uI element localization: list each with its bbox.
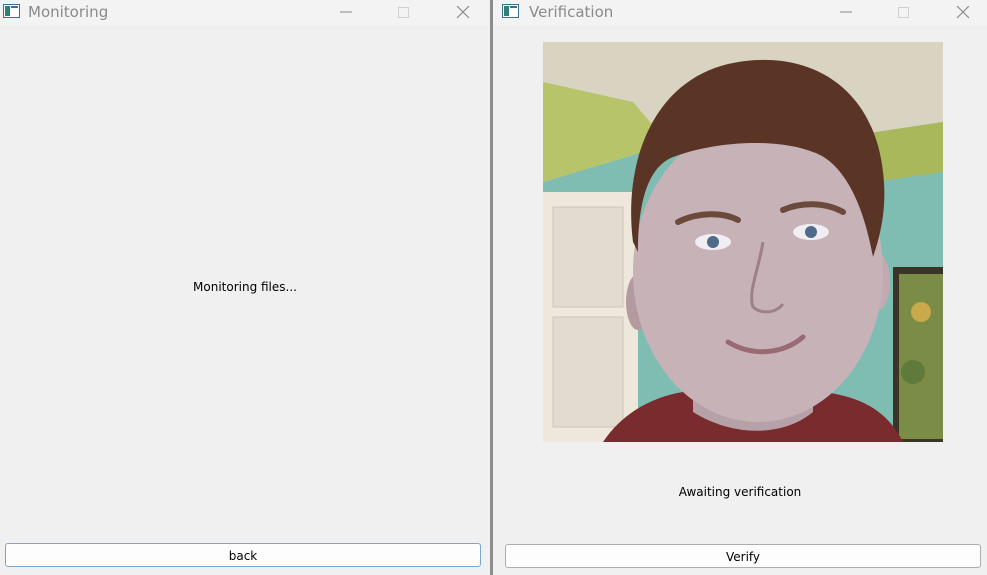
- verification-titlebar[interactable]: Verification: [493, 0, 987, 25]
- window-title: Verification: [529, 3, 614, 21]
- maximize-icon: [398, 7, 409, 18]
- camera-feed: [543, 42, 943, 442]
- camera-frame-image: [543, 42, 943, 442]
- app-icon: [3, 4, 20, 18]
- minimize-icon: [340, 11, 352, 13]
- minimize-button[interactable]: [823, 0, 869, 25]
- monitoring-window: Monitoring Monitoring files... back: [0, 0, 490, 575]
- window-title: Monitoring: [28, 3, 109, 21]
- close-icon: [456, 6, 470, 19]
- maximize-button[interactable]: [381, 0, 427, 25]
- app-icon: [502, 4, 519, 18]
- verification-window: Verification Awaiting verification Verif…: [493, 0, 987, 575]
- verify-button[interactable]: Verify: [505, 544, 981, 568]
- close-icon: [956, 6, 970, 19]
- verification-status-label: Awaiting verification: [678, 485, 802, 499]
- close-button[interactable]: [940, 0, 986, 25]
- maximize-button[interactable]: [881, 0, 927, 25]
- minimize-button[interactable]: [323, 0, 369, 25]
- maximize-icon: [898, 7, 909, 18]
- monitoring-status-label: Monitoring files...: [193, 280, 297, 294]
- back-button[interactable]: back: [5, 543, 481, 567]
- minimize-icon: [840, 11, 852, 13]
- close-button[interactable]: [440, 0, 486, 25]
- monitoring-titlebar[interactable]: Monitoring: [0, 0, 490, 25]
